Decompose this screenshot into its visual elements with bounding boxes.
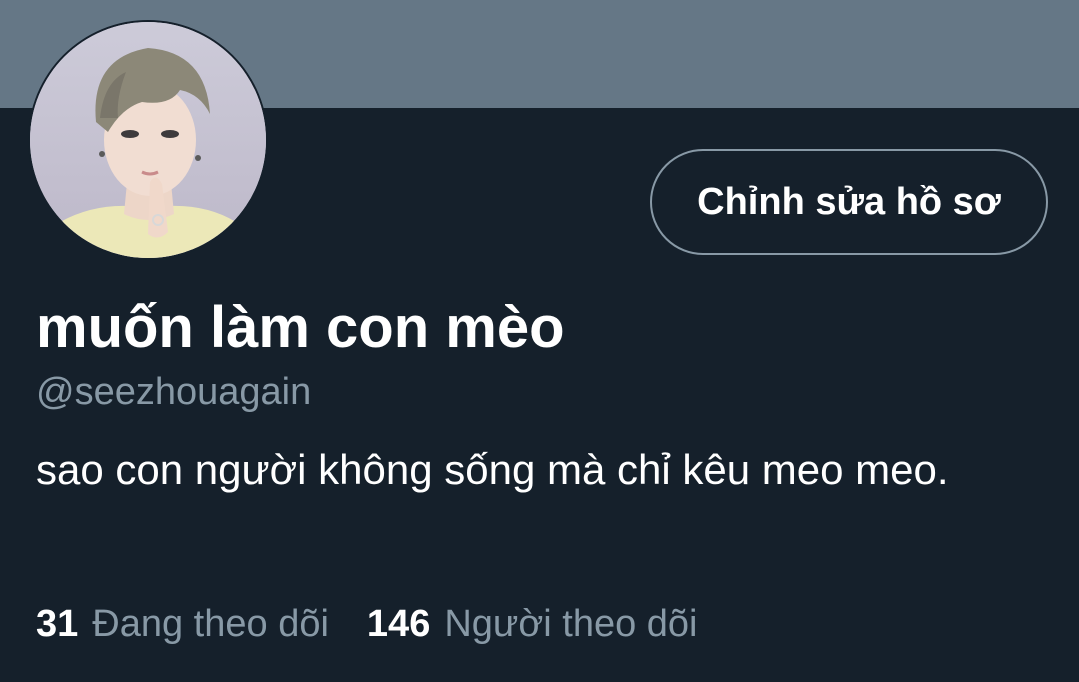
display-name: muốn làm con mèo xyxy=(36,295,565,360)
profile-avatar[interactable] xyxy=(28,20,268,260)
edit-profile-button[interactable]: Chỉnh sửa hồ sơ xyxy=(650,149,1048,255)
following-link[interactable]: 31 Đang theo dõi xyxy=(36,603,329,646)
followers-count: 146 xyxy=(366,603,431,645)
avatar-image xyxy=(30,22,266,258)
following-count: 31 xyxy=(36,603,79,645)
followers-link[interactable]: 146 Người theo dõi xyxy=(367,603,698,646)
following-label: Đang theo dõi xyxy=(92,603,329,645)
user-handle: @seezhouagain xyxy=(36,371,312,413)
follow-stats: 31 Đang theo dõi 146 Người theo dõi xyxy=(36,603,698,646)
profile-bio: sao con người không sống mà chỉ kêu meo … xyxy=(36,446,949,493)
profile-page: Chỉnh sửa hồ sơ muốn làm con mèo @seezho… xyxy=(0,0,1079,682)
followers-label: Người theo dõi xyxy=(444,603,698,645)
